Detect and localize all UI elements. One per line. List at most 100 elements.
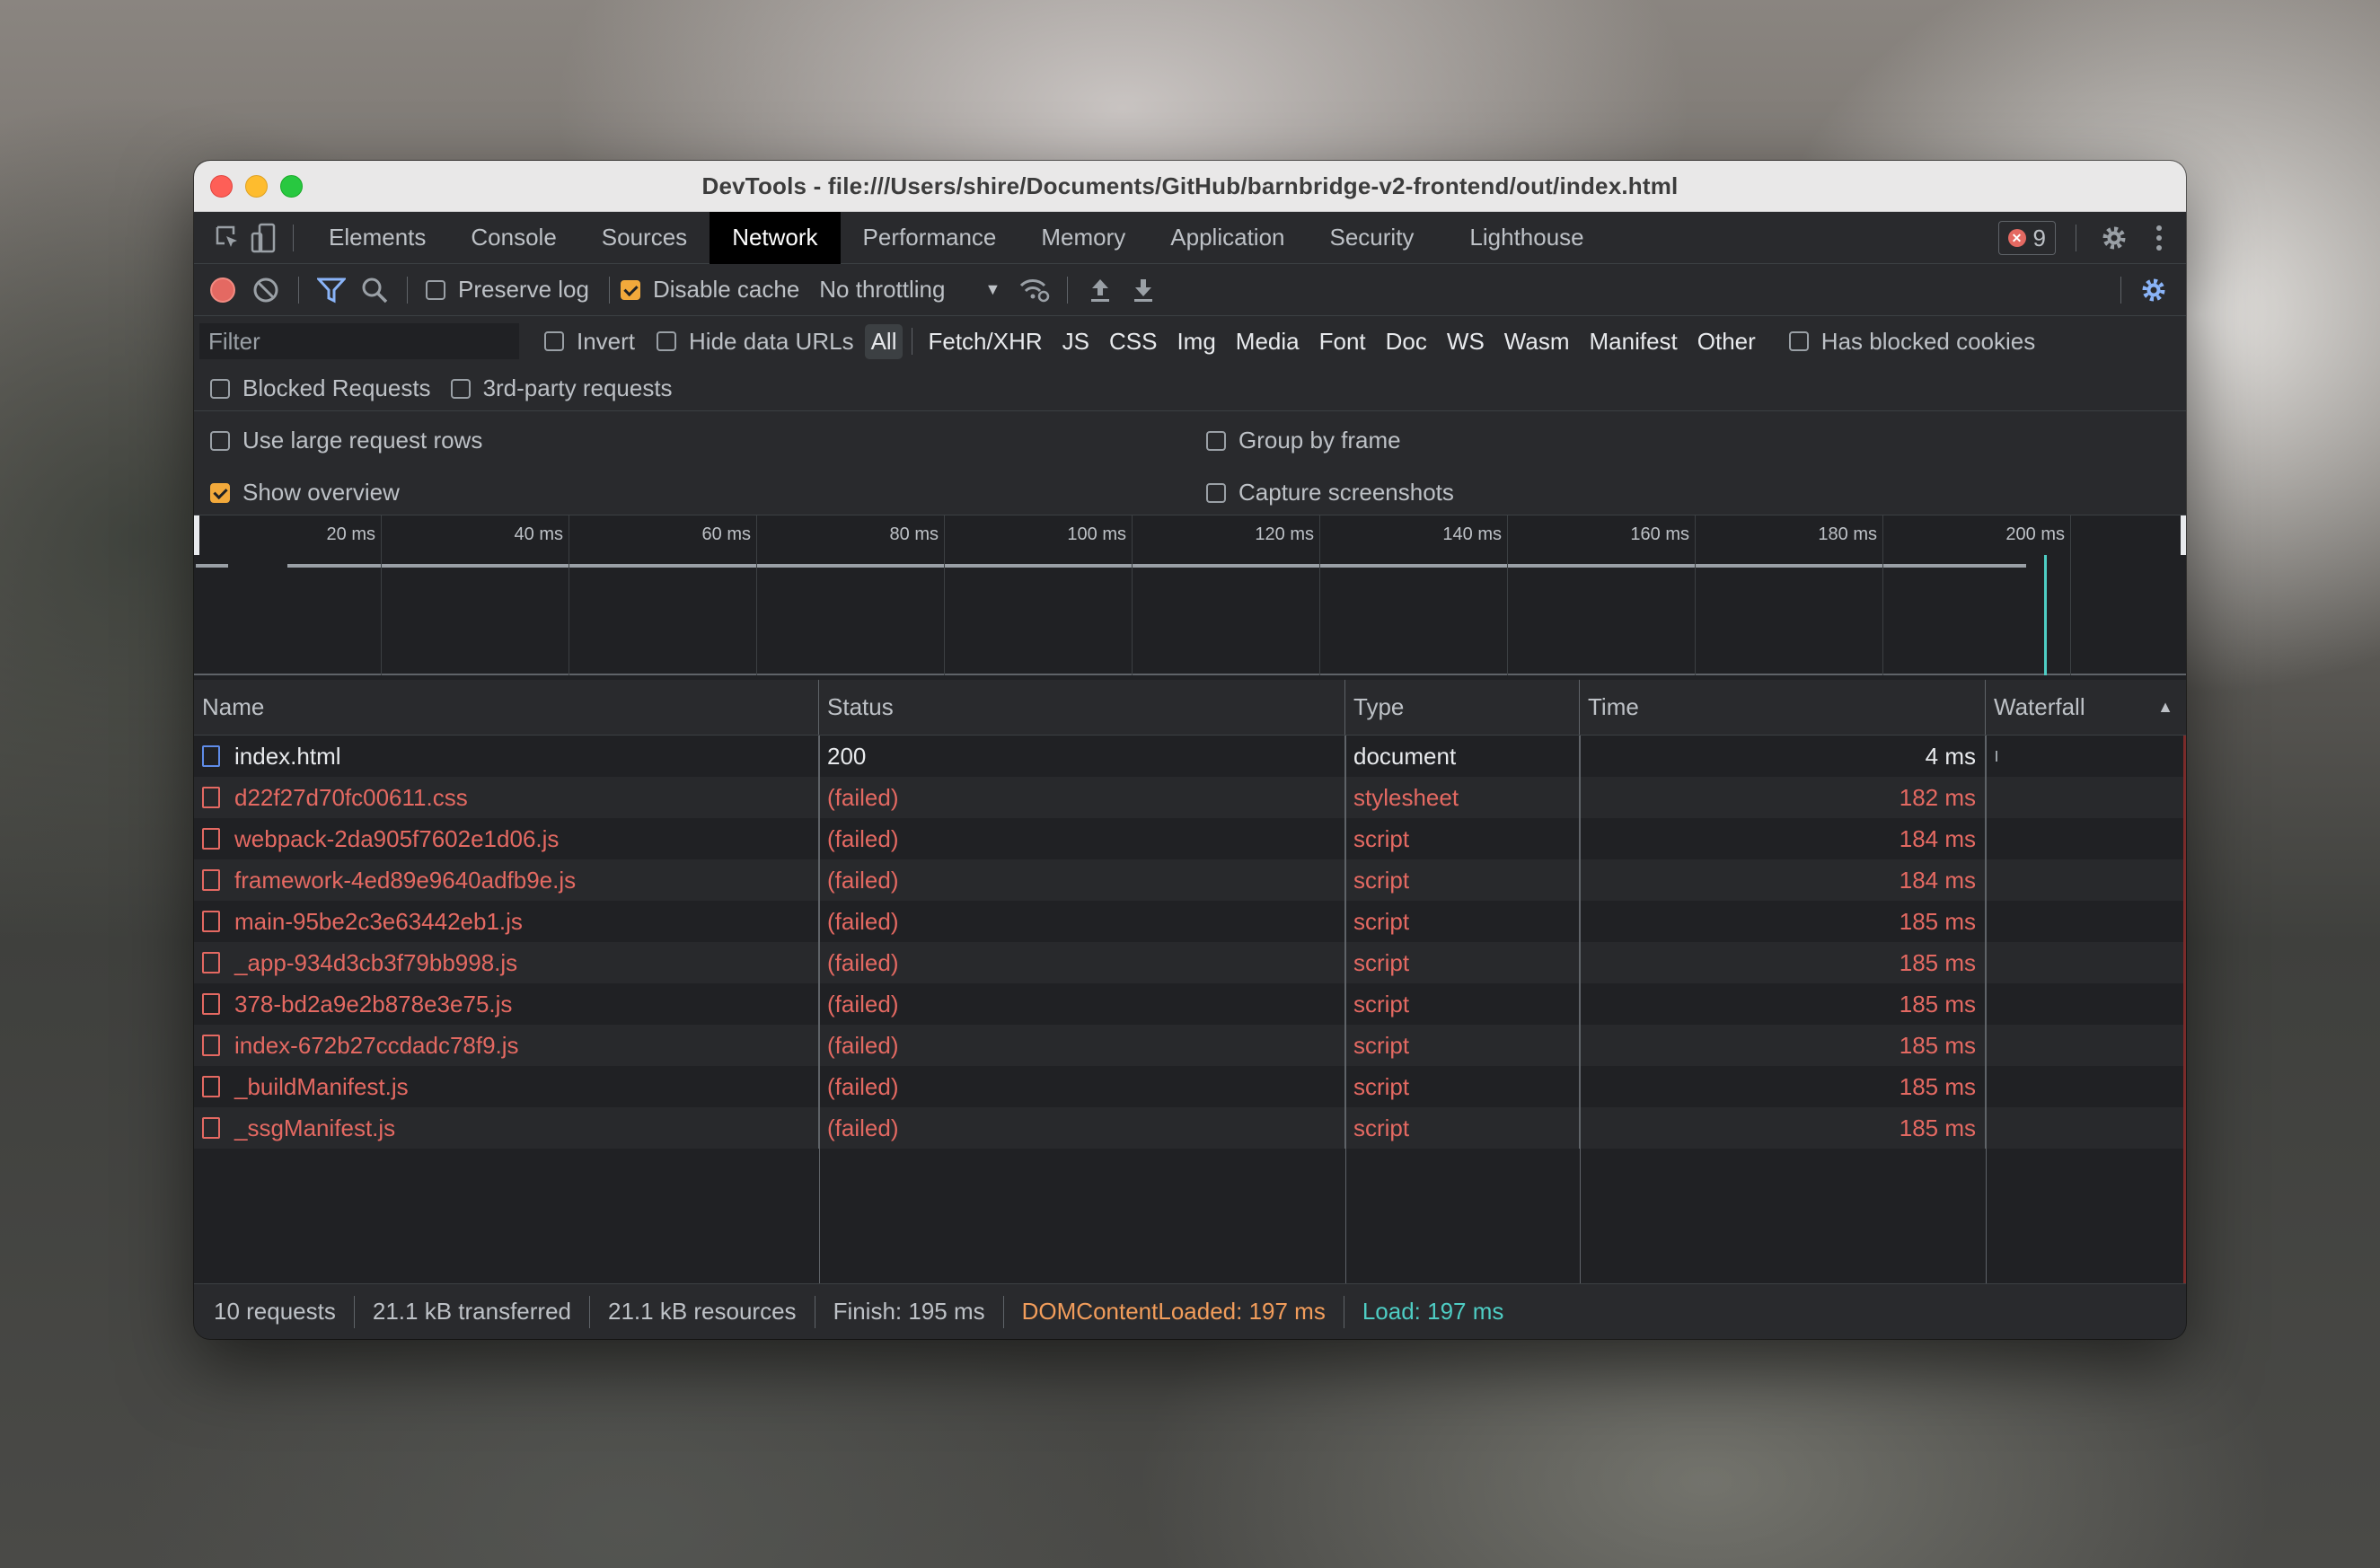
name-cell[interactable]: _ssgManifest.js (194, 1107, 819, 1149)
overview-left-handle[interactable] (194, 515, 199, 555)
disable-cache-checkbox[interactable] (620, 279, 640, 300)
type-cell: document (1345, 736, 1580, 777)
filter-type-manifest[interactable]: Manifest (1583, 324, 1684, 359)
filter-type-img[interactable]: Img (1170, 324, 1221, 359)
name-cell[interactable]: webpack-2da905f7602e1d06.js (194, 818, 819, 859)
name-column-header[interactable]: Name (194, 680, 819, 735)
preserve-log-checkbox[interactable] (426, 279, 445, 300)
status-cell: (failed) (819, 1107, 1345, 1149)
filter-type-media[interactable]: Media (1230, 324, 1306, 359)
table-row[interactable]: _app-934d3cb3f79bb998.js (failed) script 18… (194, 942, 2186, 983)
invert-checkbox[interactable] (544, 331, 564, 351)
more-options-icon[interactable] (2141, 220, 2177, 256)
waterfall-bar (1996, 751, 1997, 762)
tab-sources[interactable]: Sources (579, 212, 710, 264)
tab-elements[interactable]: Elements (306, 212, 448, 264)
name-cell[interactable]: index.html (194, 736, 819, 777)
import-har-icon[interactable] (1079, 269, 1122, 312)
filter-type-ws[interactable]: WS (1441, 324, 1491, 359)
window-title: DevTools - file:///Users/shire/Documents… (701, 172, 1679, 199)
type-cell: script (1345, 818, 1580, 859)
filter-type-css[interactable]: CSS (1103, 324, 1163, 359)
third-party-requests-label: 3rd-party requests (482, 374, 673, 401)
panel-tab-bar: Elements Console Sources Network Performance… (194, 211, 2186, 264)
clear-icon[interactable] (244, 269, 287, 312)
status-column-header[interactable]: Status (819, 680, 1345, 735)
table-row[interactable]: webpack-2da905f7602e1d06.js (failed) scrip… (194, 818, 2186, 859)
waterfall-column-header[interactable]: Waterfall ▲ (1986, 680, 2186, 735)
status-bar: 10 requests 21.1 kB transferred 21.1 kB … (194, 1283, 2186, 1339)
has-blocked-cookies-checkbox[interactable] (1788, 331, 1809, 351)
network-conditions-icon[interactable] (1013, 269, 1056, 312)
inspect-element-icon[interactable] (210, 220, 246, 256)
zoom-window-button[interactable] (280, 175, 303, 198)
table-row[interactable]: _ssgManifest.js (failed) script 185 ms (194, 1107, 2186, 1149)
third-party-requests-checkbox[interactable] (450, 378, 471, 399)
large-rows-checkbox[interactable] (210, 430, 230, 451)
script-icon (202, 869, 220, 891)
chevron-down-icon: ▼ (984, 280, 1001, 298)
table-row[interactable]: index-672b27ccdadc78f9.js (failed) script 1… (194, 1025, 2186, 1066)
time-column-header[interactable]: Time (1580, 680, 1986, 735)
search-icon[interactable] (353, 269, 396, 312)
table-row[interactable]: d22f27d70fc00611.css (failed) stylesheet 18… (194, 777, 2186, 818)
blocked-requests-checkbox[interactable] (210, 378, 230, 399)
table-row[interactable]: 378-bd2a9e2b878e3e75.js (failed) script 185… (194, 983, 2186, 1025)
close-window-button[interactable] (210, 175, 233, 198)
network-overview[interactable]: 20 ms 40 ms 60 ms 80 ms 100 ms 120 ms 140 ms 16… (194, 515, 2186, 675)
filter-type-fetch-xhr[interactable]: Fetch/XHR (921, 324, 1048, 359)
filter-icon[interactable] (310, 269, 353, 312)
column-divider (1986, 736, 1987, 1283)
minimize-window-button[interactable] (245, 175, 268, 198)
time-cell: 184 ms (1580, 859, 1986, 901)
gear-icon[interactable] (2096, 220, 2132, 256)
tab-security[interactable]: Security (1308, 212, 1437, 264)
transferred-size: 21.1 kB transferred (355, 1295, 590, 1328)
table-row[interactable]: _buildManifest.js (failed) script 185 ms (194, 1066, 2186, 1107)
waterfall-load-line (2183, 736, 2186, 1283)
throttling-select[interactable]: No throttling ▼ (819, 276, 1000, 304)
type-column-header[interactable]: Type (1345, 680, 1580, 735)
status-cell: (failed) (819, 1025, 1345, 1066)
device-toolbar-icon[interactable] (246, 220, 282, 256)
filter-type-js[interactable]: JS (1056, 324, 1096, 359)
overview-tick-label: 80 ms (889, 524, 939, 544)
error-icon: ✕ (2007, 229, 2026, 247)
request-name: index.html (234, 742, 341, 770)
error-count-badge[interactable]: ✕ 9 (1997, 221, 2056, 255)
filter-type-wasm[interactable]: Wasm (1498, 324, 1576, 359)
record-button[interactable] (201, 269, 244, 312)
filter-type-doc[interactable]: Doc (1380, 324, 1433, 359)
export-har-icon[interactable] (1122, 269, 1165, 312)
name-cell[interactable]: _app-934d3cb3f79bb998.js (194, 942, 819, 983)
table-row[interactable]: main-95be2c3e63442eb1.js (failed) script 18… (194, 901, 2186, 942)
type-cell: script (1345, 1066, 1580, 1107)
tab-lighthouse[interactable]: Lighthouse (1447, 212, 1606, 264)
name-cell[interactable]: d22f27d70fc00611.css (194, 777, 819, 818)
overview-request-bar (287, 564, 2026, 568)
name-cell[interactable]: _buildManifest.js (194, 1066, 819, 1107)
waterfall-cell (1986, 859, 2186, 901)
filter-type-all[interactable]: All (864, 323, 904, 359)
name-cell[interactable]: 378-bd2a9e2b878e3e75.js (194, 983, 819, 1025)
filter-input[interactable]: Filter (199, 323, 519, 359)
table-row[interactable]: framework-4ed89e9640adfb9e.js (failed) scr… (194, 859, 2186, 901)
show-overview-checkbox[interactable] (210, 482, 230, 503)
filter-type-other[interactable]: Other (1691, 324, 1762, 359)
tab-console[interactable]: Console (448, 212, 578, 264)
filter-type-font[interactable]: Font (1313, 324, 1372, 359)
group-by-frame-checkbox[interactable] (1206, 430, 1226, 451)
name-cell[interactable]: main-95be2c3e63442eb1.js (194, 901, 819, 942)
time-cell: 184 ms (1580, 818, 1986, 859)
overview-right-handle[interactable] (2181, 515, 2186, 555)
network-settings-gear-icon[interactable] (2132, 269, 2175, 312)
tab-memory[interactable]: Memory (1018, 212, 1148, 264)
capture-screenshots-checkbox[interactable] (1206, 482, 1226, 503)
tab-network[interactable]: Network (710, 211, 841, 264)
tab-performance[interactable]: Performance (841, 212, 1019, 264)
name-cell[interactable]: framework-4ed89e9640adfb9e.js (194, 859, 819, 901)
name-cell[interactable]: index-672b27ccdadc78f9.js (194, 1025, 819, 1066)
hide-data-urls-checkbox[interactable] (657, 331, 677, 351)
table-row[interactable]: index.html 200 document 4 ms (194, 736, 2186, 777)
tab-application[interactable]: Application (1148, 212, 1307, 264)
